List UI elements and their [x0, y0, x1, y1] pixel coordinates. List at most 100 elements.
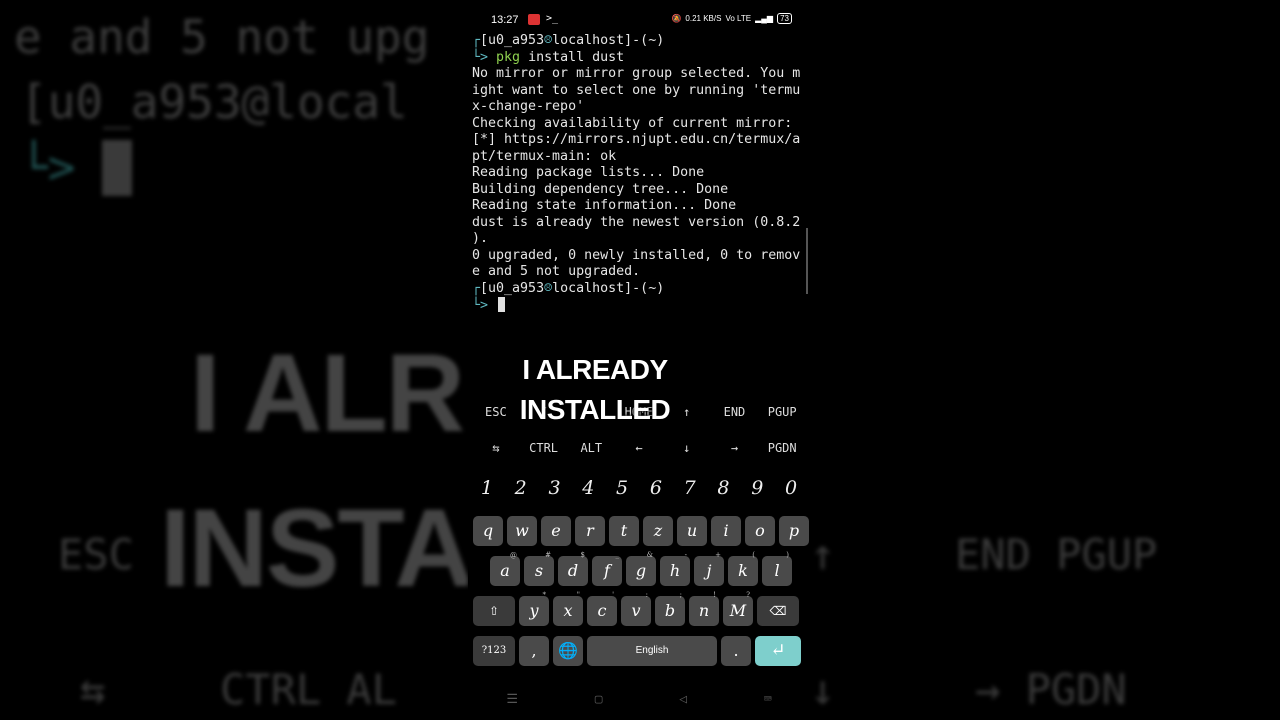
letter-key[interactable]: u [677, 516, 707, 546]
letter-key[interactable]: y * [519, 591, 549, 626]
prompt-host: localhost [552, 33, 625, 48]
number-key[interactable]: 9 [740, 472, 774, 504]
symbols-key[interactable]: ?123 [473, 636, 515, 666]
letter-key[interactable]: d $ [558, 551, 588, 586]
letter-key[interactable]: r [575, 516, 605, 546]
space-bar[interactable]: English [587, 636, 717, 666]
letter-key[interactable]: e [541, 516, 571, 546]
letter-key[interactable]: b; [655, 591, 685, 626]
command-args: install dust [520, 49, 625, 65]
number-key[interactable]: 3 [538, 472, 572, 504]
terminal-output[interactable]: ┌[u0_a953☹localhost]-(~) └> pkg install … [472, 33, 806, 314]
backspace-icon[interactable]: ⌫ [757, 596, 799, 626]
letter-key[interactable]: c ' [587, 591, 617, 626]
output-line: No mirror or mirror group selected. You … [472, 66, 801, 81]
output-line: ). [472, 231, 489, 246]
letter-key[interactable]: o [745, 516, 775, 546]
bg-key-up: ↑ [810, 530, 836, 579]
prompt-line-2: ┌[u0_a953☹localhost]-(~) [472, 280, 665, 296]
number-key[interactable]: 0 [774, 472, 808, 504]
output-line: ight want to select one by running 'term… [472, 82, 801, 98]
android-nav-bar: ☰ ▢ ◁ ⌨ [468, 688, 810, 712]
key-label: s [534, 561, 544, 580]
bg-prompt-arrow: └> [20, 140, 76, 194]
number-key[interactable]: 5 [605, 472, 639, 504]
enter-arrow-icon[interactable]: ↵ [755, 636, 801, 666]
terminal-icon: >_ [546, 13, 559, 24]
letter-key[interactable]: x " [553, 591, 583, 626]
extra-key[interactable]: CTRL [520, 430, 568, 466]
letter-key[interactable]: j + [694, 551, 724, 586]
comma-key[interactable]: , [519, 636, 549, 666]
bg-key-ctrl: ⇆ [80, 665, 106, 714]
battery-icon: 73 [777, 13, 792, 24]
home-icon[interactable]: ▢ [595, 688, 603, 712]
output-line: Building dependency tree... Done [472, 181, 729, 197]
signal-label: Vo LTE [725, 14, 752, 23]
key-label: q [482, 521, 494, 540]
extra-key[interactable]: PGDN [758, 430, 806, 466]
letter-key[interactable]: M? [723, 591, 753, 626]
number-key[interactable]: 7 [673, 472, 707, 504]
letter-key[interactable]: z [643, 516, 673, 546]
letter-key[interactable]: t [609, 516, 639, 546]
globe-icon[interactable]: 🌐 [553, 636, 583, 666]
extra-key[interactable]: PGUP [758, 394, 806, 430]
letter-key[interactable]: a @ [490, 551, 520, 586]
key-hint: ! [713, 591, 716, 599]
bg-cursor [102, 140, 132, 196]
input-line[interactable]: └> [472, 297, 806, 314]
bg-caption-2: INSTA [160, 487, 468, 610]
extra-key[interactable]: ↓ [663, 430, 711, 466]
key-label: j [706, 561, 712, 580]
letter-key[interactable]: f _ [592, 551, 622, 586]
status-time: 13:27 [491, 14, 519, 26]
bg-key-ctrl-alt: CTRL AL [220, 665, 398, 714]
key-hint: & [646, 551, 653, 559]
back-icon[interactable]: ◁ [679, 688, 687, 712]
period-key[interactable]: . [721, 636, 751, 666]
key-label: a [500, 561, 510, 580]
number-key[interactable]: 4 [571, 472, 605, 504]
mute-icon: 🔕 [671, 14, 682, 23]
key-label: x [563, 601, 573, 620]
letter-key[interactable]: s # [524, 551, 554, 586]
extra-key[interactable]: → [711, 430, 759, 466]
key-label: t [620, 521, 628, 540]
bg-terminal-line: e and 5 not upg [14, 10, 430, 64]
key-label: u [686, 521, 698, 540]
output-line: e and 5 not upgraded. [472, 264, 641, 279]
number-key[interactable]: 1 [470, 472, 504, 504]
number-key[interactable]: 8 [707, 472, 741, 504]
network-speed: 0.21 KB/S [685, 14, 722, 23]
caption-line-1: I ALREADY [522, 354, 668, 385]
extra-key[interactable]: ← [615, 430, 663, 466]
extra-key[interactable]: ⇆ [472, 430, 520, 466]
letter-key[interactable]: l) [762, 551, 792, 586]
letter-key[interactable]: i [711, 516, 741, 546]
terminal-scrollbar[interactable] [806, 228, 808, 294]
keyboard-icon[interactable]: ⌨ [764, 688, 772, 712]
letter-key[interactable]: n! [689, 591, 719, 626]
key-label: h [669, 561, 681, 580]
key-row-2: a @ s # d $ f _ g & h - j + k(l) [490, 551, 792, 586]
prompt-at: ☹ [544, 33, 553, 48]
letter-key[interactable]: q [473, 516, 503, 546]
key-label: b [664, 601, 676, 620]
output-line: 0 upgraded, 0 newly installed, 0 to remo… [472, 247, 801, 263]
number-key[interactable]: 2 [504, 472, 538, 504]
extra-key[interactable]: ALT [567, 430, 615, 466]
key-label: M [729, 601, 747, 620]
letter-key[interactable]: k( [728, 551, 758, 586]
letter-key[interactable]: h- [660, 551, 690, 586]
bg-prompt: [u0_a953@local [20, 75, 408, 129]
prompt-dir: ~ [648, 33, 657, 48]
letter-key[interactable]: g & [626, 551, 656, 586]
letter-key[interactable]: w [507, 516, 537, 546]
text-cursor [498, 297, 506, 312]
letter-key[interactable]: p [779, 516, 809, 546]
menu-icon[interactable]: ☰ [506, 688, 518, 712]
shift-arrow-icon[interactable]: ⇧ [473, 596, 515, 626]
letter-key[interactable]: v: [621, 591, 651, 626]
number-key[interactable]: 6 [639, 472, 673, 504]
